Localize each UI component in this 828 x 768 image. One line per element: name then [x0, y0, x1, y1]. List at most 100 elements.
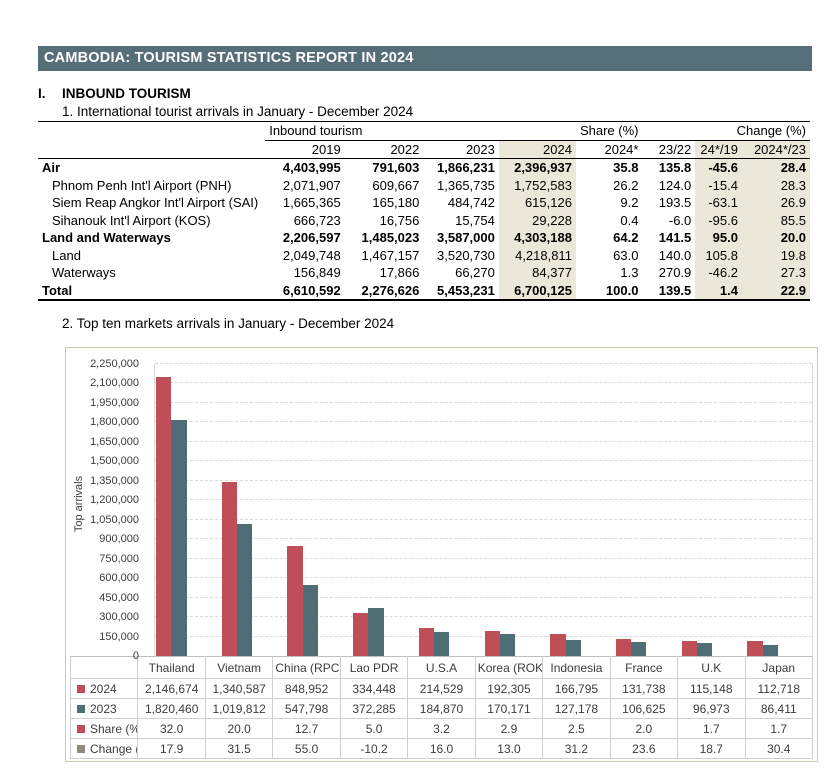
bar	[303, 585, 318, 656]
report-page: CAMBODIA: TOURISM STATISTICS REPORT IN 2…	[0, 0, 828, 768]
row-label: Air	[38, 159, 265, 177]
cell-value: -15.4	[695, 177, 742, 195]
series-value: 2,146,674	[138, 679, 205, 699]
cell-value: 2,396,937	[499, 159, 576, 177]
bar	[237, 524, 252, 656]
category-slot-indonesia	[549, 364, 615, 656]
series-value: 547,798	[273, 699, 340, 719]
series-value: 334,448	[340, 679, 407, 699]
cell-value: 615,126	[499, 194, 576, 212]
bar	[368, 608, 383, 656]
table-row: Air4,403,995791,6031,866,2312,396,93735.…	[38, 159, 810, 177]
legend-swatch	[77, 685, 85, 693]
chart-series-row: Share (%)32.020.012.75.03.22.92.52.01.71…	[71, 719, 813, 739]
cell-value: 165,180	[345, 194, 424, 212]
y-axis-tick-labels: 0150,000300,000450,000600,000750,000900,…	[70, 364, 146, 656]
series-value: 192,305	[475, 679, 542, 699]
cell-value: 27.3	[742, 264, 810, 282]
cell-value: 2,049,748	[265, 247, 344, 265]
table-row: Siem Reap Angkor Int'l Airport (SAI)1,66…	[38, 194, 810, 212]
cell-value: 19.8	[742, 247, 810, 265]
table1-caption: 1. International tourist arrivals in Jan…	[62, 104, 413, 119]
legend-swatch	[77, 725, 85, 733]
chart-caption: 2. Top ten markets arrivals in January -…	[62, 316, 394, 331]
bar	[287, 546, 302, 656]
cell-value: -45.6	[695, 159, 742, 177]
cell-value: 140.0	[642, 247, 695, 265]
cell-value: 105.8	[695, 247, 742, 265]
top-markets-chart: Top arrivals 0150,000300,000450,000600,0…	[65, 347, 818, 762]
y-tick-label: 900,000	[99, 533, 139, 545]
bar-slots	[155, 364, 812, 656]
y-tick-label: 450,000	[99, 592, 139, 604]
category-label: China (RPC)	[273, 657, 340, 679]
series-value: 13.0	[475, 739, 542, 759]
table1-corner-cell	[38, 122, 265, 141]
column-header-24-19: 24*/19	[695, 140, 742, 159]
column-header-23-22: 23/22	[642, 140, 695, 159]
cell-value: 66,270	[423, 264, 499, 282]
cell-value: 666,723	[265, 212, 344, 230]
cell-value: 1.3	[576, 264, 643, 282]
series-value: 20.0	[205, 719, 272, 739]
cell-value: 1,365,735	[423, 177, 499, 195]
legend-cell: 2023	[71, 699, 138, 719]
cell-value: 2,276,626	[345, 282, 424, 301]
cell-value: 791,603	[345, 159, 424, 177]
cell-value: 3,520,730	[423, 247, 499, 265]
category-label: U.S.A	[408, 657, 475, 679]
series-value: 131,738	[610, 679, 677, 699]
table-row: Sihanouk Int'l Airport (KOS)666,72316,75…	[38, 212, 810, 230]
inbound-tourism-table-header: Inbound tourismShare (%)Change (%)201920…	[38, 122, 810, 159]
header-change: Change (%)	[642, 122, 810, 141]
report-title-bar: CAMBODIA: TOURISM STATISTICS REPORT IN 2…	[38, 46, 812, 71]
table-row: Phnom Penh Int'l Airport (PNH)2,071,9076…	[38, 177, 810, 195]
legend-cell: Change (%)	[71, 739, 138, 759]
category-slot-thailand	[155, 364, 221, 656]
series-value: 18.7	[678, 739, 745, 759]
cell-value: 22.9	[742, 282, 810, 301]
series-value: 5.0	[340, 719, 407, 739]
series-value: 184,870	[408, 699, 475, 719]
y-tick-label: 300,000	[99, 611, 139, 623]
cell-value: 1.4	[695, 282, 742, 301]
cell-value: 63.0	[576, 247, 643, 265]
category-label: Korea (ROK)	[475, 657, 542, 679]
series-value: 32.0	[138, 719, 205, 739]
cell-value: 4,218,811	[499, 247, 576, 265]
y-tick-label: 1,350,000	[90, 475, 139, 487]
cell-value: 9.2	[576, 194, 643, 212]
column-header-2019: 2019	[265, 140, 344, 159]
series-value: 170,171	[475, 699, 542, 719]
series-value: 115,148	[678, 679, 745, 699]
category-slot-u-s-a	[418, 364, 484, 656]
category-slot-lao-pdr	[352, 364, 418, 656]
cell-value: -95.6	[695, 212, 742, 230]
y-tick-label: 150,000	[99, 631, 139, 643]
y-tick-label: 1,650,000	[90, 436, 139, 448]
bar	[550, 634, 565, 656]
y-tick-label: 0	[133, 650, 139, 662]
series-value: 1,340,587	[205, 679, 272, 699]
category-label: Thailand	[138, 657, 205, 679]
bar	[500, 634, 515, 656]
header-inbound-tourism: Inbound tourism	[265, 122, 576, 141]
category-label: Lao PDR	[340, 657, 407, 679]
inbound-tourism-table-body: Air4,403,995791,6031,866,2312,396,93735.…	[38, 159, 810, 301]
cell-value: 28.4	[742, 159, 810, 177]
row-label: Sihanouk Int'l Airport (KOS)	[38, 212, 265, 230]
category-label: Vietnam	[205, 657, 272, 679]
series-value: 2.5	[543, 719, 610, 739]
table-row: Land and Waterways2,206,5971,485,0233,58…	[38, 229, 810, 247]
cell-value: 1,752,583	[499, 177, 576, 195]
cell-value: 193.5	[642, 194, 695, 212]
y-tick-label: 750,000	[99, 553, 139, 565]
legend-swatch	[77, 745, 85, 753]
y-tick-label: 1,050,000	[90, 514, 139, 526]
series-value: -10.2	[340, 739, 407, 759]
cell-value: 2,206,597	[265, 229, 344, 247]
row-label: Total	[38, 282, 265, 301]
category-label: France	[610, 657, 677, 679]
column-header-2022: 2022	[345, 140, 424, 159]
cell-value: 609,667	[345, 177, 424, 195]
